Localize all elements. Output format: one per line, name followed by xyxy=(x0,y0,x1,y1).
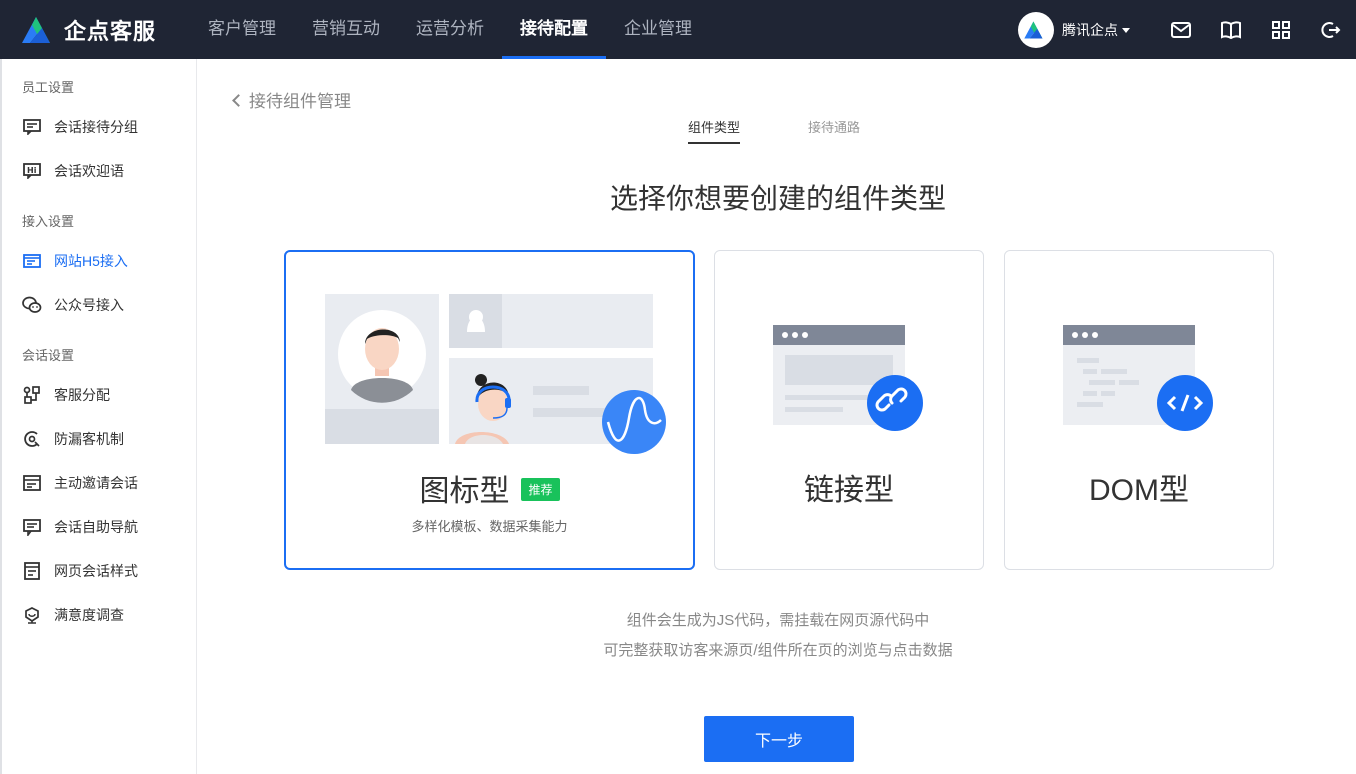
tab-reception-channel[interactable]: 接待通路 xyxy=(808,117,860,144)
step-tabs: 组件类型 接待通路 xyxy=(688,117,928,144)
sidebar-item-label: 会话接待分组 xyxy=(54,119,138,135)
account-menu[interactable]: 腾讯企点 xyxy=(1062,20,1130,40)
info-note-line1: 组件会生成为JS代码，需挂载在网页源代码中 xyxy=(626,612,930,629)
wechat-icon xyxy=(22,295,42,315)
tab-component-type[interactable]: 组件类型 xyxy=(688,117,741,144)
sidebar-item-label: 会话自助导航 xyxy=(54,519,138,535)
sidebar-item-web-h5[interactable]: 网站H5接入 xyxy=(2,239,196,283)
sidebar-group-title: 员工设置 xyxy=(22,80,75,95)
icon-type-illustration xyxy=(325,294,666,454)
back-label: 接待组件管理 xyxy=(249,92,351,111)
apps-icon[interactable] xyxy=(1256,0,1306,59)
card-title: DOM型 xyxy=(1089,474,1189,507)
sidebar-item-label: 会话欢迎语 xyxy=(54,163,124,179)
sidebar-item-chat-group[interactable]: 会话接待分组 xyxy=(2,105,196,149)
page-title: 选择你想要创建的组件类型 xyxy=(609,183,946,214)
chevron-down-icon xyxy=(1122,28,1130,34)
card-description: 多样化模板、数据采集能力 xyxy=(411,519,568,534)
card-link-type[interactable]: 链接型 xyxy=(714,250,984,570)
sidebar-item-assign[interactable]: 客服分配 xyxy=(2,373,196,417)
sidebar-item-greeting[interactable]: Hi 会话欢迎语 xyxy=(2,149,196,193)
sidebar-item-label: 客服分配 xyxy=(54,387,110,403)
brand[interactable]: 企点客服 xyxy=(20,14,156,46)
main-content: 接待组件管理 组件类型 接待通路 选择你想要创建的组件类型 图标型 推荐 多样化… xyxy=(198,59,1356,774)
account-name: 腾讯企点 xyxy=(1062,21,1118,38)
invite-icon xyxy=(22,473,42,493)
sidebar-item-label: 公众号接入 xyxy=(54,297,124,313)
mail-icon[interactable] xyxy=(1156,0,1206,59)
nav-item-marketing[interactable]: 营销互动 xyxy=(294,0,398,59)
dom-type-illustration xyxy=(1063,325,1213,431)
sidebar-item-label: 主动邀请会话 xyxy=(54,475,138,491)
info-note-line2: 可完整获取访客来源页/组件所在页的浏览与点击数据 xyxy=(603,642,953,659)
sidebar-item-label: 防漏客机制 xyxy=(54,431,124,447)
next-step-button[interactable]: 下一步 xyxy=(704,716,854,762)
recommend-badge: 推荐 xyxy=(521,478,560,501)
sidebar-item-label: 网站H5接入 xyxy=(54,253,128,269)
web-icon xyxy=(22,251,42,271)
nav-item-customer[interactable]: 客户管理 xyxy=(190,0,294,59)
sidebar-item-label: 满意度调查 xyxy=(54,607,124,623)
card-title: 链接型 xyxy=(804,474,894,507)
chat-group-icon xyxy=(22,117,42,137)
sidebar-item-guard[interactable]: 防漏客机制 xyxy=(2,417,196,461)
sidebar-item-survey[interactable]: 满意度调查 xyxy=(2,593,196,637)
guard-icon xyxy=(22,429,42,449)
brand-logo-icon xyxy=(22,17,50,43)
sidebar-item-wechat[interactable]: 公众号接入 xyxy=(2,283,196,327)
card-dom-type[interactable]: DOM型 xyxy=(1004,250,1274,570)
account-logo-icon xyxy=(1024,21,1043,38)
sidebar: 员工设置 会话接待分组 Hi 会话欢迎语 接入设置 网站H5接入 公众号接入 会… xyxy=(0,59,197,774)
greeting-icon: Hi xyxy=(22,161,42,181)
sidebar-group-title: 会话设置 xyxy=(22,348,75,363)
chevron-left-icon xyxy=(232,94,245,107)
link-type-illustration xyxy=(773,325,923,431)
card-icon-type[interactable]: 图标型 推荐 多样化模板、数据采集能力 xyxy=(284,250,695,570)
top-right-tools: 腾讯企点 xyxy=(1018,0,1356,59)
assign-icon xyxy=(22,385,42,405)
survey-icon xyxy=(22,605,42,625)
back-link[interactable]: 接待组件管理 xyxy=(232,87,351,112)
card-title: 图标型 推荐 xyxy=(286,466,693,510)
sidebar-item-invite[interactable]: 主动邀请会话 xyxy=(2,461,196,505)
style-icon xyxy=(22,561,42,581)
card-title-text: 图标型 xyxy=(419,475,510,508)
sidebar-item-style[interactable]: 网页会话样式 xyxy=(2,549,196,593)
brand-name: 企点客服 xyxy=(64,19,157,44)
svg-text:Hi: Hi xyxy=(27,166,37,175)
main-nav: 客户管理 营销互动 运营分析 接待配置 企业管理 xyxy=(190,0,710,59)
nav-item-analytics[interactable]: 运营分析 xyxy=(398,0,502,59)
book-icon[interactable] xyxy=(1206,0,1256,59)
sidebar-item-label: 网页会话样式 xyxy=(54,563,138,579)
navigation-icon xyxy=(22,517,42,537)
sidebar-item-navigation[interactable]: 会话自助导航 xyxy=(2,505,196,549)
top-nav-bar: 企点客服 客户管理 营销互动 运营分析 接待配置 企业管理 腾讯企点 xyxy=(0,0,1356,59)
avatar[interactable] xyxy=(1018,11,1054,48)
logout-icon[interactable] xyxy=(1306,0,1356,59)
sidebar-group-title: 接入设置 xyxy=(22,214,75,229)
nav-item-enterprise[interactable]: 企业管理 xyxy=(606,0,710,59)
nav-item-reception-config[interactable]: 接待配置 xyxy=(502,0,606,59)
